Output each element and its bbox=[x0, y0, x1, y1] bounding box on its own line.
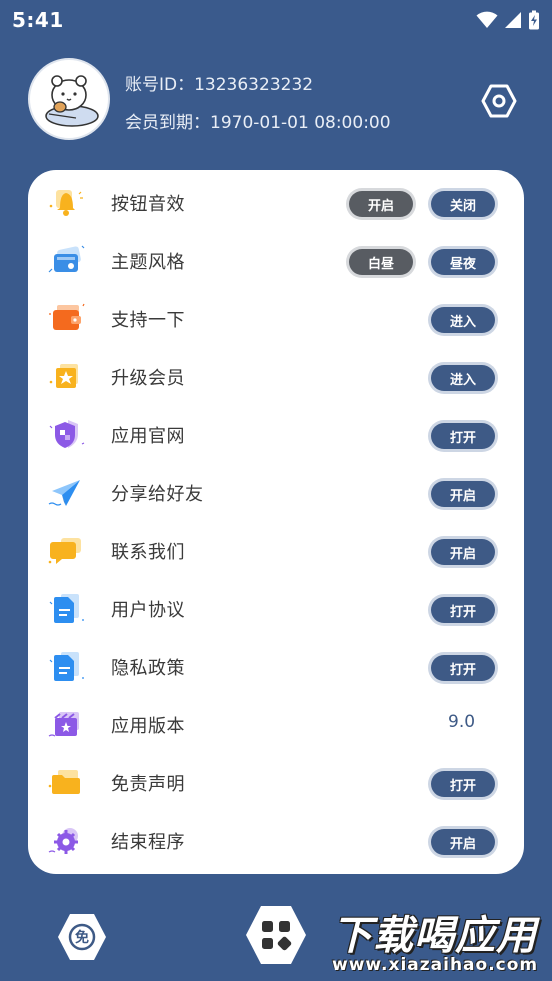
status-bar: 5:41 bbox=[0, 0, 552, 40]
free-badge-icon: 免 bbox=[58, 914, 106, 960]
chat-bubble-icon bbox=[48, 538, 81, 564]
menu-row-app-version: 应用版本 9.0 bbox=[28, 695, 524, 753]
exit-enable-button[interactable]: 开启 bbox=[431, 829, 495, 855]
document-icon bbox=[49, 652, 84, 681]
sound-off-button[interactable]: 关闭 bbox=[431, 191, 495, 217]
user-agreement-open-button[interactable]: 打开 bbox=[431, 597, 495, 623]
menu-row-privacy-policy: 隐私政策 打开 bbox=[28, 637, 524, 695]
disclaimer-open-button[interactable]: 打开 bbox=[431, 771, 495, 797]
free-button[interactable]: 免 bbox=[56, 911, 108, 963]
folder-icon bbox=[48, 770, 80, 794]
menu-label: 结束程序 bbox=[111, 832, 185, 853]
theme-day-button[interactable]: 白昼 bbox=[349, 249, 413, 275]
menu-row-support: 支持一下 进入 bbox=[28, 289, 524, 347]
bear-avatar-icon bbox=[45, 75, 99, 127]
menu-label: 分享给好友 bbox=[111, 484, 204, 505]
menu-row-official-site: 应用官网 打开 bbox=[28, 405, 524, 463]
profile-header: 账号ID：13236323232 会员到期：1970-01-01 08:00:0… bbox=[28, 58, 524, 144]
menu-label: 支持一下 bbox=[111, 310, 185, 331]
theme-night-button[interactable]: 昼夜 bbox=[431, 249, 495, 275]
menu-label: 升级会员 bbox=[111, 368, 185, 389]
sound-on-button[interactable]: 开启 bbox=[349, 191, 413, 217]
vip-expiry: 会员到期：1970-01-01 08:00:00 bbox=[125, 113, 391, 133]
status-time: 5:41 bbox=[12, 8, 64, 32]
document-icon bbox=[49, 594, 84, 623]
clapperboard-icon bbox=[48, 712, 79, 737]
system-icons bbox=[476, 10, 540, 30]
shield-icon bbox=[49, 420, 85, 448]
avatar[interactable] bbox=[28, 58, 110, 140]
vip-star-icon bbox=[49, 364, 78, 388]
app-version-value: 9.0 bbox=[448, 712, 476, 732]
menu-label: 隐私政策 bbox=[111, 658, 185, 679]
bell-icon bbox=[49, 190, 83, 216]
wifi-icon bbox=[476, 11, 498, 28]
menu-label: 免责声明 bbox=[111, 774, 185, 795]
menu-row-theme: 主题风格 白昼 昼夜 bbox=[28, 231, 524, 289]
menu-row-upgrade-vip: 升级会员 进入 bbox=[28, 347, 524, 405]
bottom-bar: 免 下载喝应用 www.xiazaihao.com bbox=[0, 895, 552, 981]
settings-button[interactable] bbox=[480, 82, 518, 120]
menu-label: 按钮音效 bbox=[111, 194, 185, 215]
menu-row-contact: 联系我们 开启 bbox=[28, 521, 524, 579]
theme-card-icon bbox=[48, 245, 85, 273]
menu-row-disclaimer: 免责声明 打开 bbox=[28, 753, 524, 811]
share-enable-button[interactable]: 开启 bbox=[431, 481, 495, 507]
account-id: 账号ID：13236323232 bbox=[125, 75, 314, 95]
support-enter-button[interactable]: 进入 bbox=[431, 307, 495, 333]
watermark-title: 下载喝应用 bbox=[332, 913, 537, 959]
official-site-open-button[interactable]: 打开 bbox=[431, 423, 495, 449]
watermark: 下载喝应用 www.xiazaihao.com bbox=[332, 903, 548, 975]
menu-row-exit: 结束程序 开启 bbox=[28, 811, 524, 869]
privacy-policy-open-button[interactable]: 打开 bbox=[431, 655, 495, 681]
settings-hexagon-icon bbox=[481, 84, 517, 118]
cellular-signal-icon bbox=[505, 12, 521, 28]
watermark-url: www.xiazaihao.com bbox=[332, 955, 539, 975]
gear-icon bbox=[48, 828, 78, 854]
menu-label: 应用官网 bbox=[111, 426, 185, 447]
menu-label: 用户协议 bbox=[111, 600, 185, 621]
apps-button[interactable] bbox=[244, 903, 308, 967]
upgrade-enter-button[interactable]: 进入 bbox=[431, 365, 495, 391]
contact-enable-button[interactable]: 开启 bbox=[431, 539, 495, 565]
menu-label: 联系我们 bbox=[111, 542, 185, 563]
menu-row-share: 分享给好友 开启 bbox=[28, 463, 524, 521]
free-icon-text: 免 bbox=[75, 929, 89, 946]
menu-label: 应用版本 bbox=[111, 716, 185, 737]
menu-label: 主题风格 bbox=[111, 252, 185, 273]
settings-card: 按钮音效 开启 关闭 主题风格 白昼 昼夜 支持一下 进入 升级会员 进入 应用… bbox=[28, 170, 524, 874]
menu-row-button-sound: 按钮音效 开启 关闭 bbox=[28, 173, 524, 231]
wallet-icon bbox=[49, 303, 85, 330]
paper-plane-icon bbox=[48, 480, 80, 506]
menu-row-user-agreement: 用户协议 打开 bbox=[28, 579, 524, 637]
battery-charging-icon bbox=[529, 10, 539, 30]
apps-grid-icon bbox=[246, 906, 306, 964]
